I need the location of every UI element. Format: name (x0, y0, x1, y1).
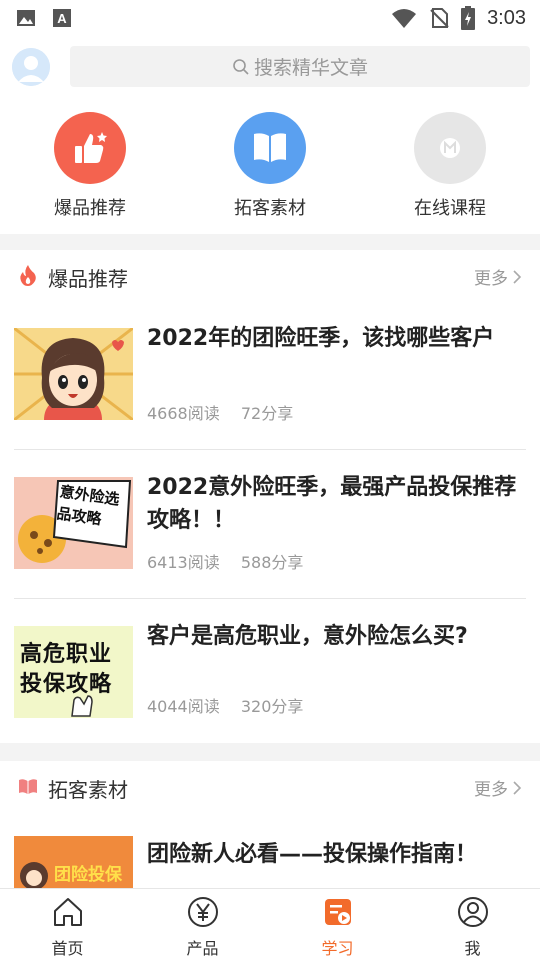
share-count: 320分享 (240, 697, 304, 716)
tab-label: 我 (464, 939, 481, 958)
quick-entry-label: 爆品推荐 (54, 198, 126, 219)
more-link[interactable]: 更多 (474, 264, 522, 289)
book-icon (234, 112, 306, 184)
avatar[interactable] (12, 48, 50, 86)
tab-products[interactable]: 产品 (135, 895, 270, 959)
article-title: 团险新人必看——投保操作指南！ (147, 842, 478, 867)
search-bar[interactable]: 搜索精华文章 (70, 46, 530, 87)
home-icon (53, 898, 82, 926)
clock: 3:03 (487, 6, 526, 29)
article-thumbnail: 意外险选品攻略 (14, 477, 133, 569)
open-book-icon (19, 779, 37, 794)
article-thumbnail: 团险投保 (14, 836, 133, 888)
quick-entry-materials[interactable]: 拓客素材 (190, 108, 350, 220)
quick-entry-online-courses[interactable]: 在线课程 (370, 108, 530, 220)
tab-me[interactable]: 我 (405, 895, 540, 959)
article-card[interactable]: 高危职业投保攻略 客户是高危职业，意外险怎么买? 4044阅读 320分享 (14, 598, 526, 746)
share-count: 72分享 (240, 404, 294, 423)
chevron-right-icon (513, 269, 522, 284)
article-card[interactable]: 意外险选品攻略 2022意外险旺季，最强产品投保推荐攻略！！ 6413阅读 58… (14, 449, 526, 597)
battery-icon (461, 6, 476, 30)
user-avatar-icon (12, 48, 50, 86)
article-title: 2022意外险旺季，最强产品投保推荐攻略！！ (147, 475, 517, 533)
article-meta: 6413阅读 588分享 (147, 549, 319, 573)
fire-icon (20, 265, 36, 286)
thumbnail-caption: 意外险选品攻略 (55, 482, 121, 529)
header: 搜索精华文章 (0, 36, 540, 96)
study-icon (324, 899, 351, 925)
user-icon (457, 897, 488, 927)
article-thumbnail: 高危职业投保攻略 (14, 626, 133, 718)
status-bar: A 3:03 (0, 0, 540, 36)
quick-entry-label: 拓客素材 (234, 198, 306, 219)
section-title: 拓客素材 (48, 778, 128, 802)
section-header-materials: 拓客素材 更多 (0, 761, 540, 813)
yen-icon (187, 897, 218, 927)
read-count: 4044阅读 (147, 697, 220, 716)
wifi-icon (392, 9, 417, 28)
search-placeholder: 搜索精华文章 (253, 57, 368, 79)
pointing-hand-icon (71, 695, 93, 717)
thumbs-up-icon (54, 112, 126, 184)
search-icon (233, 58, 249, 75)
article-card[interactable]: 团险投保 团险新人必看——投保操作指南！ (14, 810, 526, 888)
image-notification-icon (17, 10, 35, 26)
text-notification-icon: A (53, 9, 71, 27)
chevron-right-icon (513, 780, 522, 795)
quick-entries: 爆品推荐 拓客素材 在线课程 (0, 108, 540, 228)
section-header-hot-products: 爆品推荐 更多 (0, 250, 540, 302)
thumbnail-caption: 团险投保 (54, 865, 122, 885)
article-card[interactable]: 2022年的团险旺季，该找哪些客户 4668阅读 72分享 (14, 300, 526, 448)
tab-label: 首页 (51, 939, 84, 958)
article-thumbnail (14, 328, 133, 420)
quick-entry-hot-products[interactable]: 爆品推荐 (10, 108, 170, 220)
section-divider (0, 234, 540, 250)
quick-entry-label: 在线课程 (414, 198, 486, 219)
tab-home[interactable]: 首页 (0, 895, 135, 959)
tab-study[interactable]: 学习 (270, 895, 405, 959)
share-count: 588分享 (240, 553, 304, 572)
cartoon-girl-thumbnail (14, 328, 133, 420)
section-divider (0, 743, 540, 761)
svg-text:A: A (57, 11, 67, 26)
more-label: 更多 (474, 780, 508, 800)
read-count: 6413阅读 (147, 553, 220, 572)
bottom-tab-bar: 首页 产品 学习 我 (0, 888, 540, 960)
article-meta: 4044阅读 320分享 (147, 693, 319, 717)
read-count: 4668阅读 (147, 404, 220, 423)
no-sim-icon (430, 8, 449, 28)
article-title: 客户是高危职业，意外险怎么买? (147, 624, 468, 649)
article-title: 2022年的团险旺季，该找哪些客户 (147, 326, 495, 351)
section-title: 爆品推荐 (48, 267, 128, 291)
more-link[interactable]: 更多 (474, 775, 522, 800)
tab-label: 学习 (321, 939, 354, 958)
tab-label: 产品 (186, 939, 219, 958)
more-label: 更多 (474, 269, 508, 289)
course-icon (414, 112, 486, 184)
article-meta: 4668阅读 72分享 (147, 400, 309, 424)
